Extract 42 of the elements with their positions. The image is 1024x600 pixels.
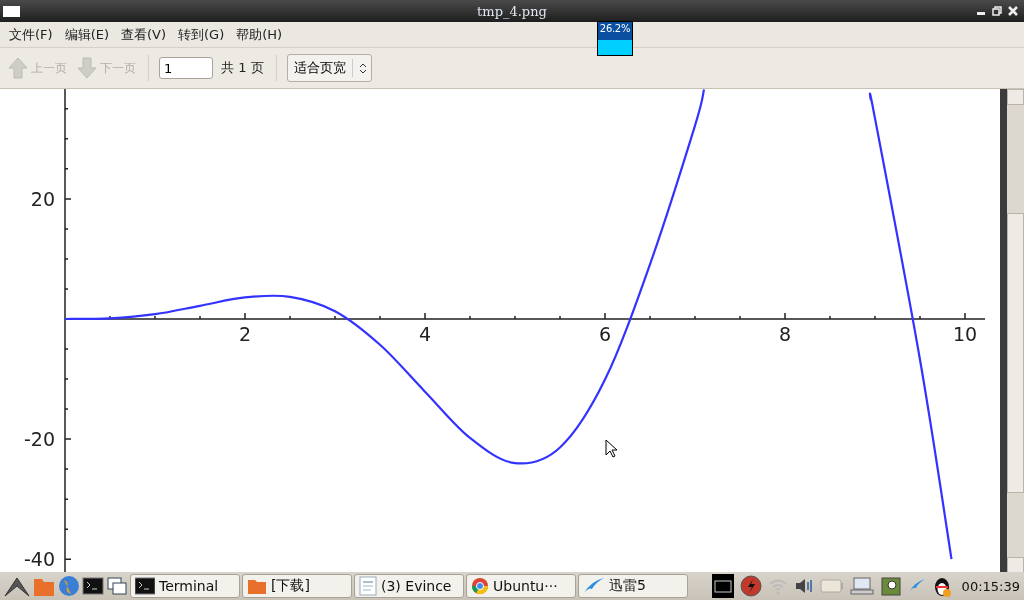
x-tick-label: 6: [598, 323, 612, 345]
speaker-icon[interactable]: [793, 577, 814, 595]
x-tick-label: 4: [418, 323, 432, 345]
down-arrow-icon: [77, 57, 97, 79]
laptop-icon[interactable]: [849, 576, 874, 596]
chevron-updown-icon: [358, 62, 367, 74]
close-icon[interactable]: [1008, 6, 1018, 16]
y-tick-label: -20: [23, 428, 55, 451]
terminal-icon[interactable]: [82, 576, 104, 596]
lightning-icon[interactable]: [739, 575, 762, 597]
y-tick-label: -40: [23, 548, 55, 571]
x-tick-label: 10: [952, 323, 978, 345]
menu-item[interactable]: 转到(G): [172, 25, 231, 44]
menu-item[interactable]: 文件(F): [3, 25, 59, 44]
taskbar-button[interactable]: (3) Evince: [354, 574, 464, 598]
zoom-dropdown[interactable]: 适合页宽: [286, 54, 372, 82]
menu-item[interactable]: 编辑(E): [58, 25, 115, 44]
app-icon: [3, 5, 20, 17]
page-count: 共 1 页: [221, 59, 264, 77]
taskbar-button[interactable]: Ubuntu···: [466, 574, 576, 598]
taskbar-button[interactable]: Terminal: [130, 574, 240, 598]
folder-icon: [247, 577, 267, 595]
up-arrow-icon: [8, 57, 28, 79]
menu-item[interactable]: 帮助(H): [230, 25, 289, 44]
clock: 00:15:39: [961, 578, 1020, 594]
document-icon: [359, 576, 377, 596]
x-tick-label: 2: [238, 323, 252, 345]
keyboard-icon[interactable]: [711, 574, 734, 598]
taskbar-button[interactable]: [下载]: [242, 574, 352, 598]
y-tick-label: 20: [30, 187, 55, 210]
terminal-icon: [135, 577, 155, 595]
launcher-icon[interactable]: [4, 575, 30, 597]
browser-icon: [471, 577, 489, 595]
x-tick-label: 8: [778, 323, 792, 345]
windows-icon[interactable]: [106, 576, 128, 596]
page-number-field[interactable]: 1: [159, 57, 213, 79]
restore-icon[interactable]: [992, 6, 1002, 16]
window-title: tmp_4.png: [477, 3, 547, 19]
scrollbar[interactable]: [1007, 89, 1024, 573]
menu-item[interactable]: 查看(V): [115, 25, 173, 44]
mouse-pointer-icon: [605, 439, 617, 458]
taskbar-button[interactable]: 迅雷5: [578, 574, 688, 598]
